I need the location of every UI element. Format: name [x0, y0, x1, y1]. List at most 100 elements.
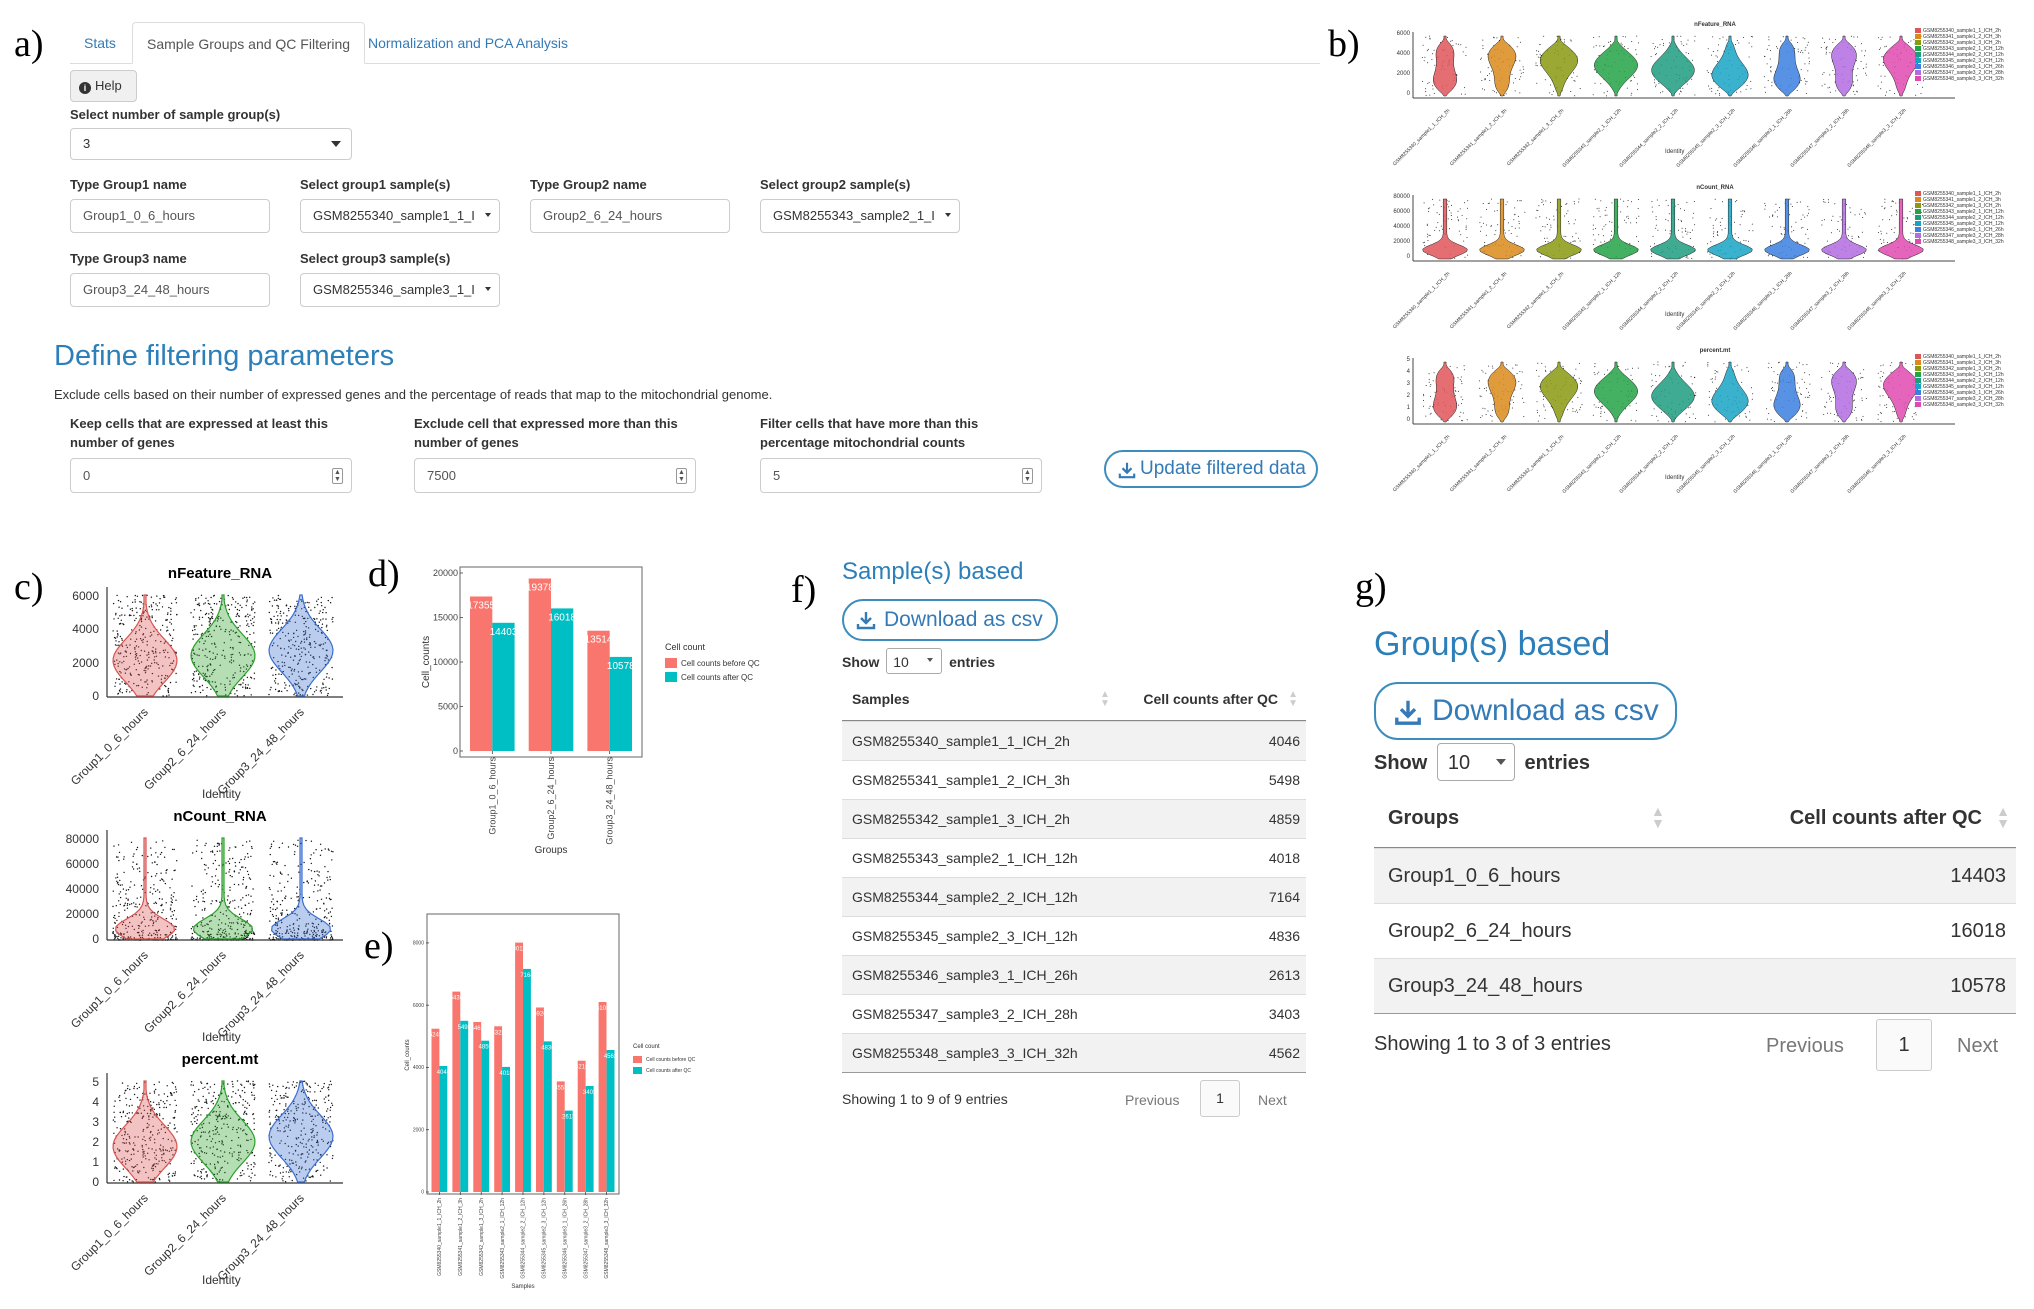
data-point — [153, 884, 155, 886]
data-point — [294, 692, 296, 694]
data-point — [323, 678, 325, 680]
stepper-icon[interactable]: ▲ ▼ — [332, 467, 343, 484]
data-point — [113, 1111, 115, 1113]
data-point — [1741, 369, 1743, 371]
data-point — [1496, 37, 1498, 39]
data-point — [195, 670, 198, 672]
data-point — [247, 1080, 250, 1082]
stepper-icon[interactable]: ▲ ▼ — [676, 467, 687, 484]
data-point — [1799, 387, 1801, 389]
data-point — [1606, 90, 1608, 92]
max-genes-label: Exclude cell that expressed more than th… — [414, 414, 678, 452]
data-point — [1707, 414, 1709, 416]
data-point — [1537, 420, 1539, 422]
data-point — [172, 914, 175, 916]
data-point — [115, 640, 117, 642]
data-point — [1823, 201, 1825, 203]
data-point — [319, 907, 321, 910]
data-point — [327, 879, 329, 881]
tab-stats[interactable]: Stats — [70, 22, 130, 64]
data-point — [1514, 90, 1516, 92]
data-point — [114, 917, 116, 920]
data-point — [160, 851, 163, 854]
violin-shape — [1773, 35, 1801, 97]
group3-name-input[interactable]: Group3_24_48_hours — [70, 273, 270, 307]
data-point — [201, 857, 203, 860]
data-point — [1480, 57, 1482, 59]
data-point — [1828, 38, 1830, 40]
group3-samples-select[interactable]: GSM8255346_sample3_1_I — [300, 273, 500, 307]
data-point — [312, 911, 315, 913]
data-point — [1556, 35, 1558, 37]
tab-normalization-pca[interactable]: Normalization and PCA Analysis — [354, 22, 582, 64]
data-point — [1777, 47, 1779, 49]
data-point — [1682, 365, 1684, 367]
min-genes-input[interactable]: 0 ▲ ▼ — [70, 458, 352, 493]
data-point — [113, 845, 115, 847]
data-point — [322, 682, 324, 684]
data-point — [116, 636, 118, 638]
data-point — [1716, 371, 1718, 373]
data-point — [1452, 45, 1454, 46]
data-point — [1451, 40, 1453, 42]
mt-percent-input[interactable]: 5 ▲ ▼ — [760, 458, 1042, 493]
data-point — [1520, 255, 1522, 257]
data-point — [238, 913, 241, 915]
data-point — [1886, 91, 1888, 93]
group1-samples-select[interactable]: GSM8255340_sample1_1_I — [300, 199, 500, 233]
data-point — [243, 596, 246, 598]
data-point — [206, 1174, 208, 1176]
y-tick-label: 40000 — [1393, 224, 1410, 230]
data-point — [306, 601, 308, 604]
data-point — [217, 879, 219, 881]
update-filtered-data-button[interactable]: Update filtered data — [1104, 450, 1318, 488]
data-point — [158, 1113, 161, 1115]
data-point — [1457, 43, 1459, 45]
data-point — [229, 869, 231, 871]
data-point — [1913, 413, 1915, 414]
data-point — [1716, 56, 1718, 58]
data-point — [1605, 224, 1607, 226]
y-tick-label: 4000 — [72, 622, 99, 637]
data-point — [1484, 242, 1486, 244]
data-point — [277, 623, 280, 625]
data-point — [1432, 85, 1434, 87]
help-button[interactable]: i Help — [70, 70, 137, 102]
data-point — [1854, 394, 1855, 396]
group2-samples-select[interactable]: GSM8255343_sample2_1_I — [760, 199, 960, 233]
tab-sample-groups-qc[interactable]: Sample Groups and QC Filtering — [132, 22, 366, 64]
data-point — [168, 1176, 170, 1178]
data-point — [1741, 213, 1743, 215]
data-point — [1896, 211, 1898, 213]
x-tick-label: GSM8255344_sample2_2_ICH_12h — [1618, 107, 1680, 169]
data-point — [1680, 35, 1682, 37]
data-point — [275, 673, 277, 676]
data-point — [162, 840, 164, 842]
data-point — [1663, 42, 1664, 44]
data-point — [249, 914, 251, 916]
data-point — [1664, 366, 1666, 368]
data-point — [1574, 240, 1576, 242]
data-point — [174, 1099, 176, 1102]
data-point — [270, 1153, 272, 1155]
data-point — [1835, 90, 1837, 92]
data-point — [1655, 53, 1657, 55]
max-genes-value: 7500 — [427, 468, 456, 483]
data-point — [232, 1103, 234, 1105]
num-groups-select[interactable]: 3 — [70, 128, 352, 160]
group2-name-input[interactable]: Group2_6_24_hours — [530, 199, 730, 233]
stepper-icon[interactable]: ▲ ▼ — [1022, 467, 1033, 484]
data-point — [165, 917, 168, 920]
data-point — [331, 925, 334, 927]
data-point — [169, 681, 172, 684]
data-point — [314, 1099, 316, 1101]
data-point — [276, 1098, 278, 1100]
group1-name-input[interactable]: Group1_0_6_hours — [70, 199, 270, 233]
max-genes-input[interactable]: 7500 ▲ ▼ — [414, 458, 696, 493]
data-point — [1564, 215, 1565, 217]
data-point — [1427, 208, 1429, 210]
data-point — [210, 688, 212, 690]
data-point — [169, 1122, 171, 1124]
data-point — [1665, 218, 1667, 220]
chevron-down-icon — [331, 141, 341, 147]
